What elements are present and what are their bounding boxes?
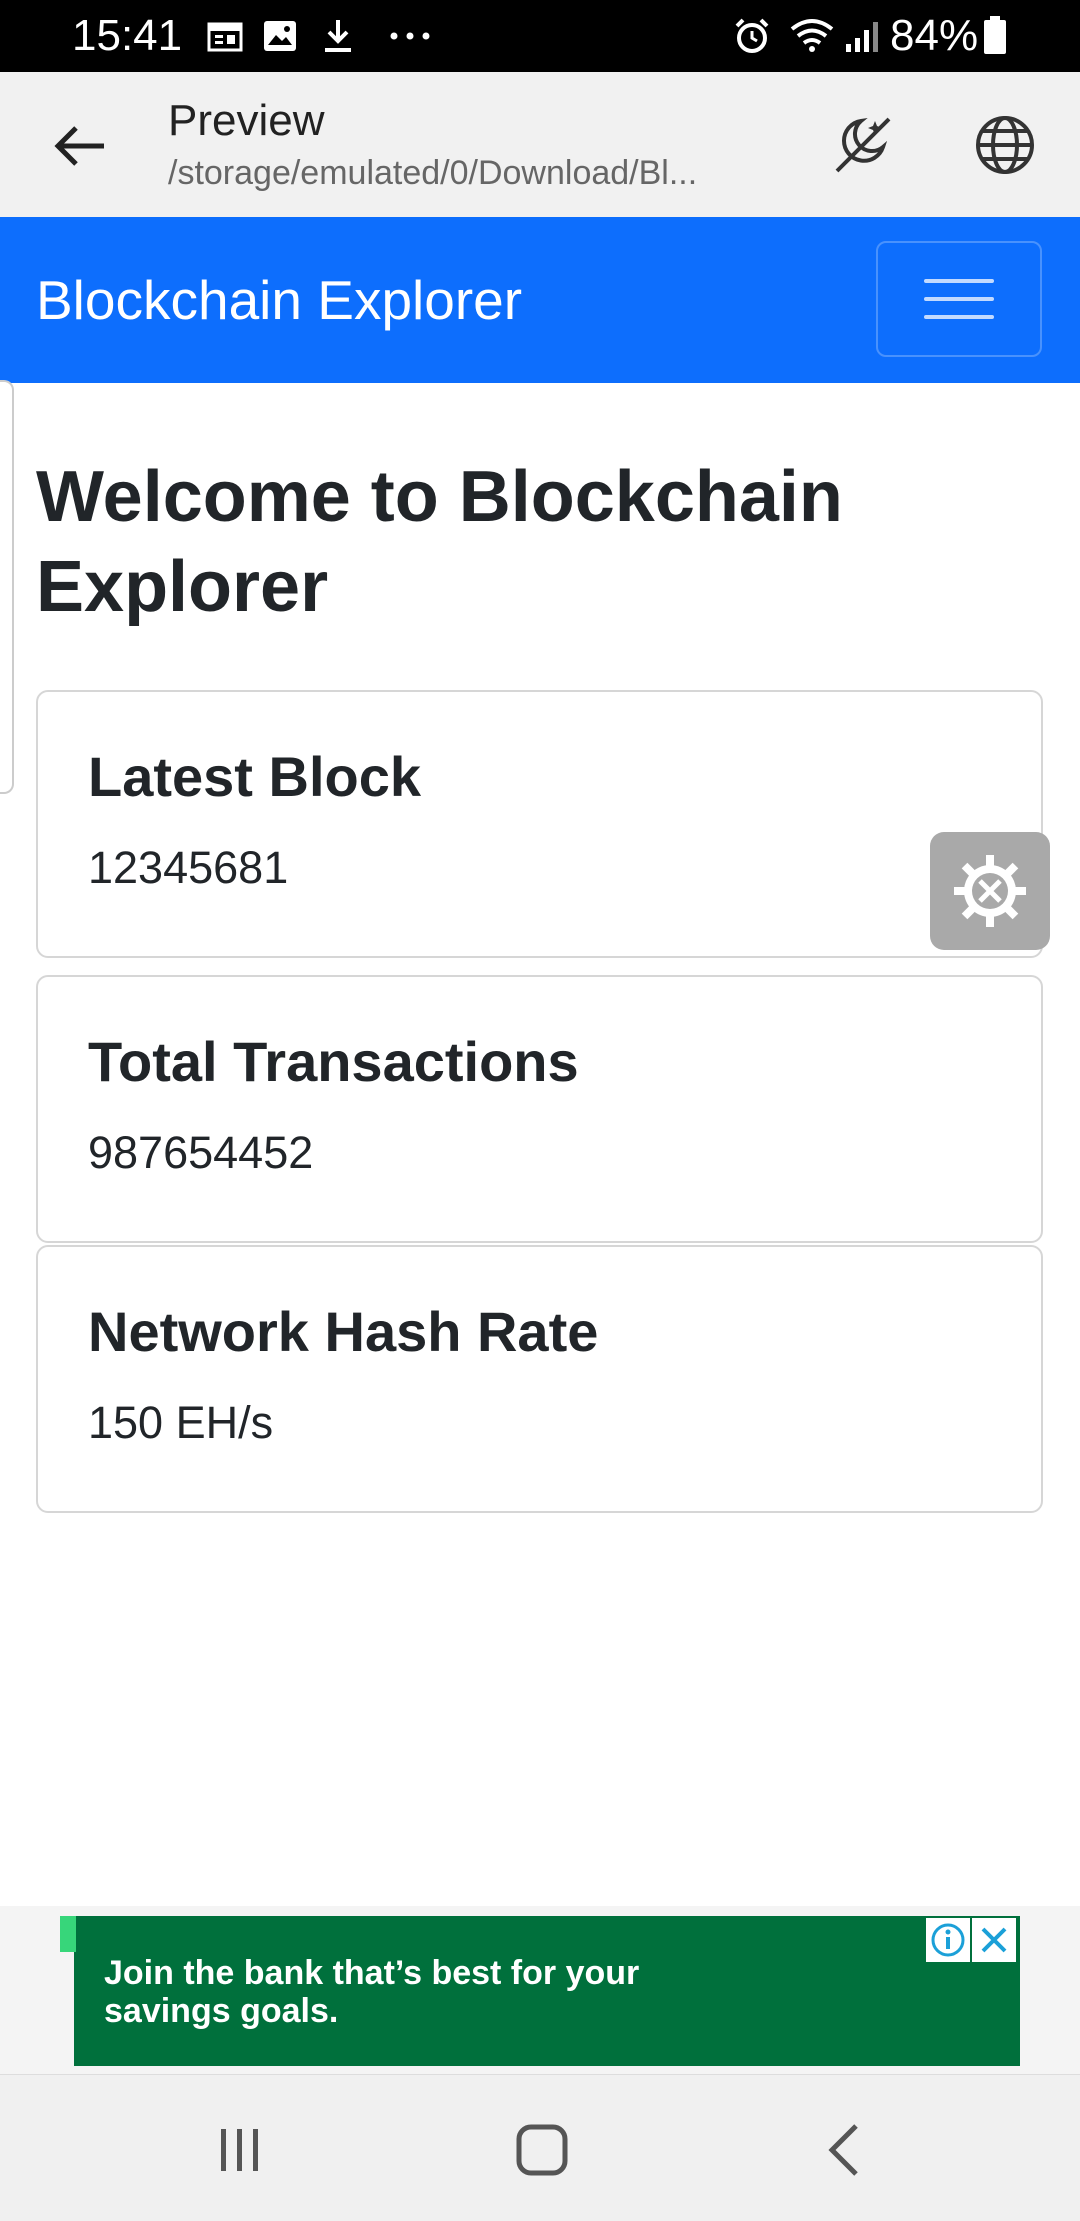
back-arrow-icon[interactable]: [48, 114, 112, 178]
card-network-hash-rate: Network Hash Rate 150 EH/s: [36, 1245, 1043, 1513]
card-latest-block: Latest Block 12345681: [36, 690, 1043, 958]
card-total-transactions: Total Transactions 987654452: [36, 975, 1043, 1243]
gear-tools-icon: [954, 855, 1026, 927]
navbar-toggler-button[interactable]: [876, 241, 1042, 357]
navbar-brand[interactable]: Blockchain Explorer: [36, 267, 522, 333]
tools-settings-button[interactable]: [930, 832, 1050, 950]
night-mode-icon[interactable]: [826, 108, 900, 182]
download-icon: [318, 14, 358, 58]
ad-close-icon[interactable]: [972, 1918, 1016, 1962]
status-bar: 15:41 84%: [0, 0, 1080, 72]
alarm-icon: [730, 14, 774, 58]
recent-apps-icon[interactable]: [180, 2105, 300, 2195]
app-bar-title: Preview: [168, 96, 325, 145]
status-time: 15:41: [72, 11, 183, 60]
battery-icon: [980, 14, 1010, 58]
wifi-icon: [786, 14, 838, 58]
card-value: 987654452: [88, 1127, 314, 1178]
more-dots-icon: [385, 14, 435, 58]
card-value: 150 EH/s: [88, 1397, 274, 1448]
ad-accent-stripe: [60, 1916, 76, 1952]
back-icon[interactable]: [784, 2105, 904, 2195]
ad-info-icon[interactable]: [926, 1918, 970, 1962]
card-value: 12345681: [88, 842, 289, 893]
card-title: Network Hash Rate: [88, 1300, 599, 1363]
ad-text[interactable]: Join the bank that’s best for your savin…: [104, 1954, 664, 2030]
system-nav-bar: [0, 2074, 1080, 2221]
edge-panel-handle[interactable]: [0, 380, 14, 794]
image-icon: [260, 14, 300, 58]
calendar-icon: [205, 14, 245, 58]
battery-percent: 84%: [890, 11, 979, 60]
home-icon[interactable]: [482, 2105, 602, 2195]
app-bar: Preview /storage/emulated/0/Download/Bl.…: [0, 72, 1080, 218]
hamburger-icon: [924, 279, 994, 283]
app-bar-subtitle: /storage/emulated/0/Download/Bl...: [168, 154, 698, 192]
signal-icon: [842, 14, 886, 58]
site-navbar: Blockchain Explorer: [0, 217, 1080, 383]
page-title: Welcome to Blockchain Explorer: [36, 457, 843, 627]
card-title: Latest Block: [88, 745, 421, 808]
globe-icon[interactable]: [968, 108, 1042, 182]
card-title: Total Transactions: [88, 1030, 579, 1093]
